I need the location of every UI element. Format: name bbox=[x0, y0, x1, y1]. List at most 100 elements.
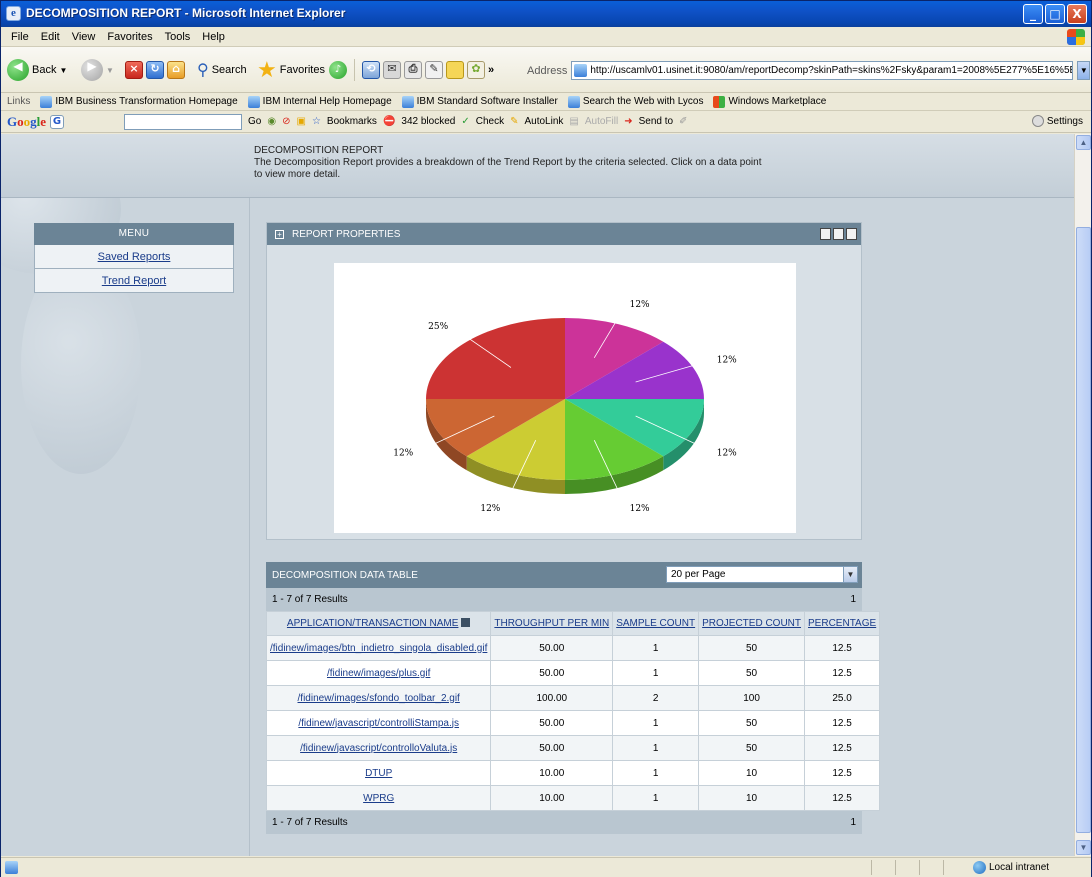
highlighter-icon[interactable]: ✐ bbox=[679, 116, 687, 127]
address-dropdown-icon[interactable]: ▼ bbox=[1077, 61, 1091, 80]
back-dropdown-icon[interactable]: ▼ bbox=[59, 66, 67, 75]
autolink-button[interactable]: AutoLink bbox=[524, 116, 563, 127]
page-number-bottom[interactable]: 1 bbox=[850, 817, 856, 828]
page-number[interactable]: 1 bbox=[850, 594, 856, 605]
menu-favorites[interactable]: Favorites bbox=[101, 31, 158, 43]
cell-name[interactable]: /fidinew/images/sfondo_toolbar_2.gif bbox=[265, 685, 492, 711]
google-settings[interactable]: Settings bbox=[1031, 115, 1083, 127]
google-news-icon[interactable]: ◉ bbox=[267, 116, 276, 127]
col-header-percentage[interactable]: PERCENTAGE bbox=[804, 611, 881, 636]
google-logo-icon[interactable]: Google bbox=[7, 114, 46, 130]
pie-chart[interactable]: 12% 12% 12% 12% 12% 12% 25% bbox=[334, 263, 796, 533]
per-page-value[interactable]: 20 per Page bbox=[671, 569, 726, 580]
bookmarks-star-icon[interactable]: ☆ bbox=[312, 116, 321, 127]
check-button[interactable]: Check bbox=[476, 116, 504, 127]
cell-name[interactable]: WPRG bbox=[265, 785, 492, 811]
report-properties-header[interactable]: + REPORT PROPERTIES bbox=[267, 223, 861, 245]
menu-item-saved-reports[interactable]: Saved Reports bbox=[34, 245, 234, 269]
saved-reports-link[interactable]: Saved Reports bbox=[98, 251, 171, 263]
cell-name[interactable]: /fidinew/javascript/controlloValuta.js bbox=[265, 735, 492, 761]
cell-name[interactable]: /fidinew/images/btn_indietro_singola_dis… bbox=[265, 635, 492, 661]
maximize-button[interactable]: □ bbox=[1045, 4, 1065, 24]
back-arrow-icon[interactable]: ◀ bbox=[7, 59, 29, 81]
export-excel-icon[interactable] bbox=[820, 228, 831, 240]
transaction-link[interactable]: /fidinew/images/sfondo_toolbar_2.gif bbox=[298, 693, 460, 704]
sendto-button[interactable]: Send to bbox=[639, 116, 673, 127]
scroll-thumb[interactable] bbox=[1076, 227, 1091, 833]
settings-button[interactable]: Settings bbox=[1047, 116, 1083, 127]
search-group[interactable]: ⚲ Search bbox=[197, 57, 247, 83]
back-button[interactable]: Back bbox=[32, 64, 56, 76]
forward-dropdown-icon[interactable]: ▼ bbox=[106, 66, 114, 75]
favorites-button[interactable]: Favorites bbox=[280, 64, 325, 76]
stop-icon[interactable]: × bbox=[125, 61, 143, 79]
scroll-up-icon[interactable]: ▲ bbox=[1076, 135, 1091, 150]
col-header-throughput[interactable]: THROUGHPUT PER MIN bbox=[490, 611, 614, 636]
close-button[interactable]: X bbox=[1067, 4, 1087, 24]
cell-name[interactable]: /fidinew/images/plus.gif bbox=[265, 660, 492, 686]
settings-icon[interactable] bbox=[1031, 115, 1044, 127]
menu-edit[interactable]: Edit bbox=[35, 31, 66, 43]
search-icon[interactable]: ⚲ bbox=[197, 60, 209, 80]
vertical-scrollbar[interactable]: ▲ ▼ bbox=[1074, 134, 1091, 856]
menu-item-trend-report[interactable]: Trend Report bbox=[34, 269, 234, 293]
export-pdf-icon[interactable] bbox=[833, 228, 844, 240]
transaction-link[interactable]: /fidinew/javascript/controlloValuta.js bbox=[300, 743, 457, 754]
mail-icon[interactable]: ✉ bbox=[383, 61, 401, 79]
forward-arrow-icon[interactable]: ▶ bbox=[81, 59, 103, 81]
highlight-icon[interactable]: ▣ bbox=[297, 116, 306, 127]
menu-view[interactable]: View bbox=[66, 31, 102, 43]
autofill-button[interactable]: AutoFill bbox=[585, 116, 618, 127]
print-report-icon[interactable] bbox=[846, 228, 857, 240]
folder-icon[interactable] bbox=[446, 61, 464, 79]
menu-file[interactable]: File bbox=[5, 31, 35, 43]
home-icon[interactable]: ⌂ bbox=[167, 61, 185, 79]
link-lycos[interactable]: Search the Web with Lycos bbox=[567, 95, 704, 108]
google-search-input[interactable] bbox=[124, 113, 243, 130]
google-go-button[interactable]: Go bbox=[248, 116, 261, 127]
forward-group[interactable]: ▶ ▼ bbox=[81, 57, 114, 83]
pagerank-icon[interactable]: ⊘ bbox=[282, 116, 290, 127]
favorites-star-icon[interactable]: ★ bbox=[257, 59, 277, 81]
report-properties-title[interactable]: REPORT PROPERTIES bbox=[292, 229, 400, 240]
sendto-icon[interactable]: ➜ bbox=[624, 116, 632, 127]
link-label[interactable]: Windows Marketplace bbox=[728, 96, 826, 107]
research-icon[interactable]: ✿ bbox=[467, 61, 485, 79]
search-button[interactable]: Search bbox=[212, 64, 247, 76]
autolink-icon[interactable]: ✎ bbox=[510, 116, 518, 127]
link-ibm-business[interactable]: IBM Business Transformation Homepage bbox=[40, 95, 238, 108]
link-label[interactable]: Search the Web with Lycos bbox=[583, 96, 704, 107]
col-header-name-label[interactable]: APPLICATION/TRANSACTION NAME bbox=[287, 618, 459, 629]
col-header-projected-count[interactable]: PROJECTED COUNT bbox=[698, 611, 806, 636]
sort-icon[interactable] bbox=[461, 618, 471, 627]
scroll-down-icon[interactable]: ▼ bbox=[1076, 840, 1091, 855]
favorites-group[interactable]: ★ Favorites bbox=[257, 57, 325, 83]
link-label[interactable]: IBM Business Transformation Homepage bbox=[55, 96, 237, 107]
bookmarks-button[interactable]: Bookmarks bbox=[327, 116, 377, 127]
per-page-select[interactable]: 20 per Page ▼ bbox=[666, 566, 858, 583]
history-icon[interactable]: ⟲ bbox=[362, 61, 380, 79]
link-label[interactable]: IBM Internal Help Homepage bbox=[263, 96, 392, 107]
link-label[interactable]: IBM Standard Software Installer bbox=[417, 96, 558, 107]
trend-report-link[interactable]: Trend Report bbox=[102, 275, 166, 287]
spellcheck-icon[interactable]: ✓ bbox=[461, 116, 469, 127]
transaction-link[interactable]: WPRG bbox=[363, 793, 394, 804]
link-ibm-help[interactable]: IBM Internal Help Homepage bbox=[247, 95, 392, 108]
print-icon[interactable]: ⎙ bbox=[404, 61, 422, 79]
minimize-button[interactable]: _ bbox=[1023, 4, 1043, 24]
edit-icon[interactable]: ✎ bbox=[425, 61, 443, 79]
cell-name[interactable]: /fidinew/javascript/controlliStampa.js bbox=[265, 710, 492, 736]
col-header-name[interactable]: APPLICATION/TRANSACTION NAME bbox=[265, 611, 492, 636]
cell-name[interactable]: DTUP bbox=[265, 760, 492, 786]
chevron-down-icon[interactable]: ▼ bbox=[843, 567, 857, 582]
menu-tools[interactable]: Tools bbox=[159, 31, 197, 43]
back-group[interactable]: ◀ Back ▼ bbox=[7, 57, 67, 83]
link-marketplace[interactable]: Windows Marketplace bbox=[713, 95, 826, 108]
menu-help[interactable]: Help bbox=[196, 31, 231, 43]
popup-blocked-count[interactable]: 342 blocked bbox=[401, 116, 455, 127]
google-g-icon[interactable]: G bbox=[50, 114, 65, 129]
media-icon[interactable]: ♪ bbox=[329, 61, 347, 79]
refresh-icon[interactable]: ↻ bbox=[146, 61, 164, 79]
transaction-link[interactable]: DTUP bbox=[365, 768, 392, 779]
toolbar-chevron[interactable]: » bbox=[488, 64, 494, 76]
